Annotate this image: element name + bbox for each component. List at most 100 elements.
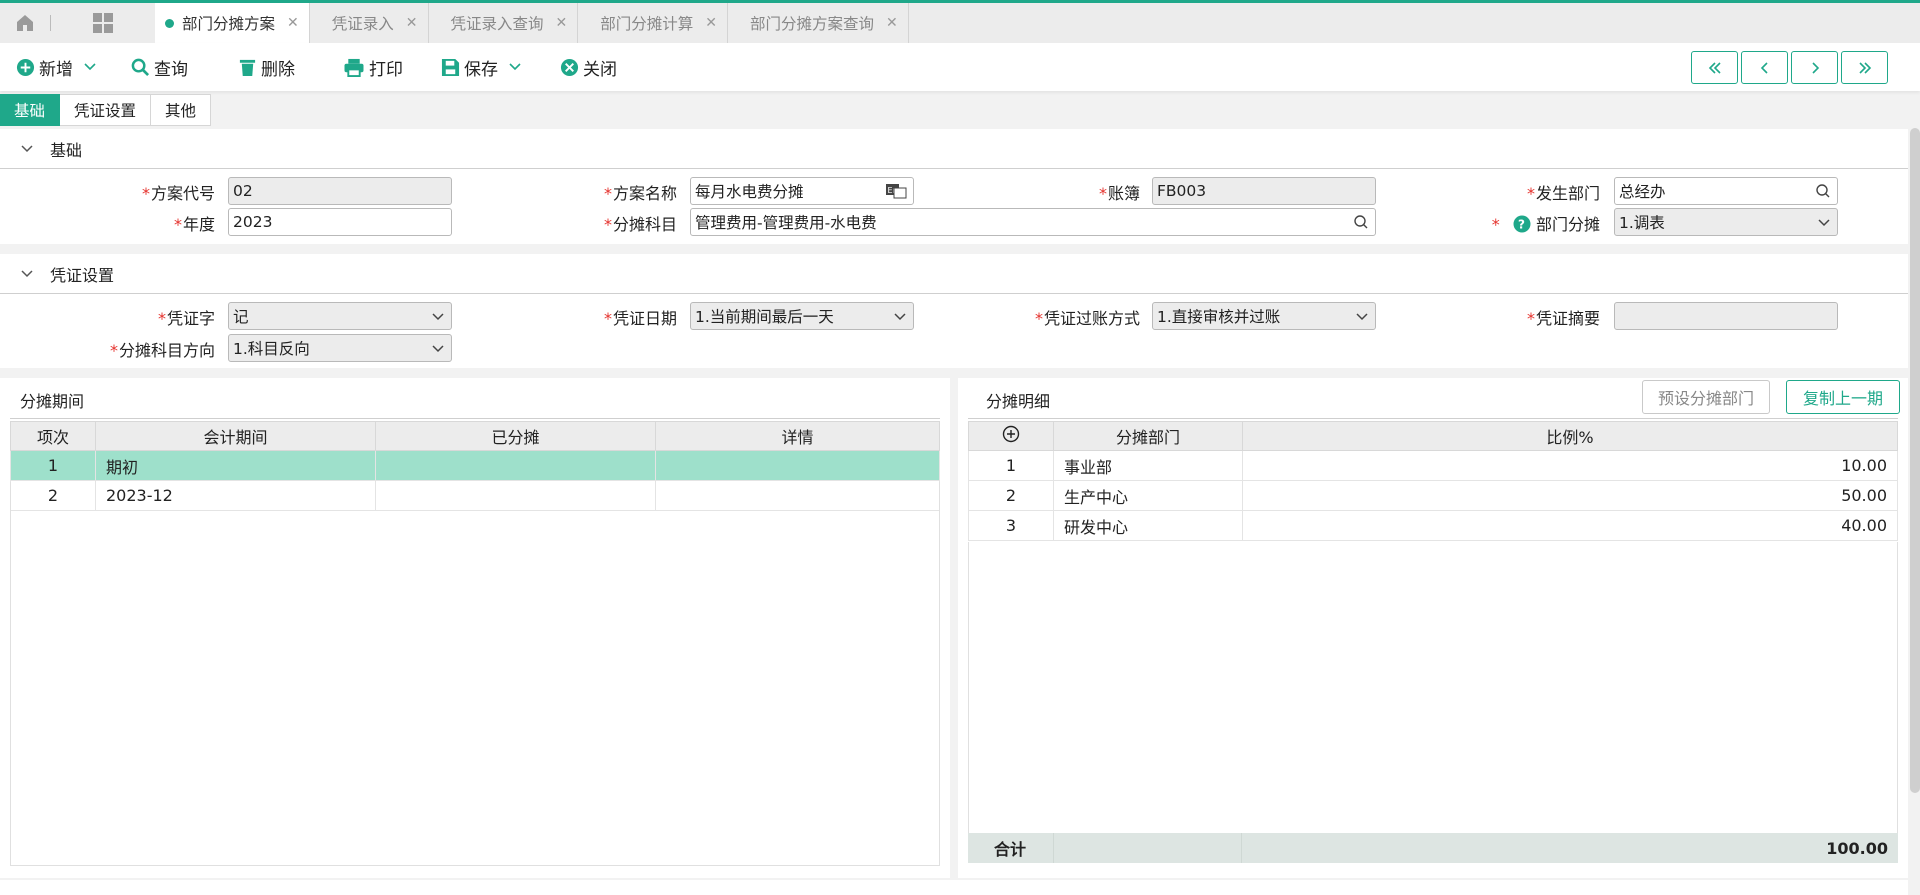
chevron-left-icon — [1760, 61, 1768, 74]
detail-cell[interactable] — [655, 450, 940, 481]
voucher-settings-section: 凭证设置 *凭证字 记 *凭证日期 1.当前期间最后一天 *凭证过账方式 1.直… — [0, 254, 1908, 368]
chevron-down-icon — [894, 313, 906, 321]
scheme-name-field[interactable]: 每月水电费分摊 En — [690, 177, 914, 205]
delete-button-label: 删除 — [261, 59, 295, 80]
table-header-row: 项次 会计期间 已分摊 详情 — [10, 421, 940, 451]
subtab-other[interactable]: 其他 — [151, 94, 212, 126]
period-cell[interactable]: 期初 — [95, 450, 376, 481]
subtab-voucher-settings[interactable]: 凭证设置 — [60, 94, 152, 126]
previous-record-button[interactable] — [1741, 51, 1788, 84]
dept-cell[interactable]: 研发中心 — [1053, 510, 1243, 541]
tab-label: 凭证录入 — [331, 15, 394, 33]
voucher-summary-field[interactable] — [1614, 302, 1838, 330]
subtab-basic[interactable]: 基础 — [0, 94, 61, 126]
close-icon[interactable]: ✕ — [287, 15, 299, 31]
tab-label: 凭证录入查询 — [450, 15, 544, 33]
voucher-word-label: *凭证字 — [157, 309, 215, 328]
close-button[interactable]: 关闭 — [560, 55, 617, 80]
basic-section-header[interactable]: 基础 — [0, 129, 1908, 169]
dept-alloc-select[interactable]: 1.调表 — [1614, 208, 1838, 236]
search-icon — [1816, 184, 1830, 198]
table-row[interactable]: 1 期初 — [10, 450, 940, 481]
dept-cell[interactable]: 事业部 — [1053, 450, 1243, 481]
total-label: 合计 — [994, 840, 1027, 859]
close-button-label: 关闭 — [583, 59, 617, 80]
save-button[interactable]: 保存 — [441, 55, 526, 80]
tab-voucher-entry-query[interactable]: 凭证录入查询 ✕ — [429, 3, 579, 43]
column-header[interactable]: 分摊部门 — [1053, 421, 1243, 451]
dept-cell[interactable]: 生产中心 — [1053, 480, 1243, 511]
chevron-down-icon — [1818, 219, 1830, 227]
save-button-label: 保存 — [464, 59, 498, 80]
year-field[interactable]: 2023 — [228, 208, 452, 236]
tab-dept-allocation-scheme-query[interactable]: 部门分摊方案查询 ✕ — [728, 3, 909, 43]
tab-bar: 部门分摊方案 ✕ 凭证录入 ✕ 凭证录入查询 ✕ 部门分摊计算 ✕ 部门分摊方案… — [0, 0, 1920, 43]
total-value: 100.00 — [1826, 838, 1888, 858]
tab-label: 部门分摊方案查询 — [750, 15, 875, 33]
ledger-label: *账簿 — [1098, 184, 1140, 203]
section-title: 凭证设置 — [50, 265, 115, 285]
last-record-button[interactable] — [1841, 51, 1888, 84]
column-header[interactable]: 已分摊 — [375, 421, 656, 451]
column-header[interactable]: 会计期间 — [95, 421, 376, 451]
posting-method-select[interactable]: 1.直接审核并过账 — [1152, 302, 1376, 330]
ratio-cell[interactable]: 10.00 — [1242, 450, 1898, 481]
query-button[interactable]: 查询 — [131, 55, 188, 80]
copy-previous-period-button[interactable]: 复制上一期 — [1786, 380, 1900, 414]
voucher-word-select[interactable]: 记 — [228, 302, 452, 330]
column-header[interactable]: 项次 — [10, 421, 96, 451]
table-row[interactable]: 2 生产中心 50.00 — [968, 480, 1898, 511]
add-row-button[interactable] — [968, 421, 1054, 451]
column-header[interactable]: 比例% — [1242, 421, 1898, 451]
account-label: *分摊科目 — [603, 215, 677, 234]
column-header[interactable]: 详情 — [655, 421, 940, 451]
new-button[interactable]: 新增 — [16, 55, 101, 80]
source-dept-label: *发生部门 — [1526, 184, 1600, 203]
tab-dept-allocation-calc[interactable]: 部门分摊计算 ✕ — [578, 3, 728, 43]
print-button-label: 打印 — [369, 59, 403, 80]
total-row: 合计 100.00 — [968, 833, 1898, 863]
scheme-code-field[interactable]: 02 — [228, 177, 452, 205]
close-icon[interactable]: ✕ — [406, 15, 418, 31]
home-icon[interactable] — [0, 3, 50, 43]
year-label: *年度 — [173, 215, 215, 234]
chevron-right-icon — [1811, 61, 1819, 74]
delete-button[interactable]: 删除 — [238, 55, 295, 80]
allocated-cell[interactable] — [375, 450, 656, 481]
tab-dept-allocation-scheme[interactable]: 部门分摊方案 ✕ — [155, 3, 310, 43]
account-field[interactable]: 管理费用-管理费用-水电费 — [690, 208, 1376, 236]
divider — [968, 418, 1898, 419]
print-button[interactable]: 打印 — [343, 55, 403, 80]
preset-departments-button[interactable]: 预设分摊部门 — [1642, 380, 1770, 414]
row-number: 3 — [968, 510, 1054, 541]
close-icon[interactable]: ✕ — [556, 15, 568, 31]
vertical-scrollbar[interactable] — [1910, 128, 1920, 793]
close-icon[interactable]: ✕ — [705, 15, 717, 31]
apps-grid-icon[interactable] — [51, 3, 155, 43]
ledger-field[interactable]: FB003 — [1152, 177, 1376, 205]
double-chevron-left-icon — [1708, 61, 1721, 74]
ratio-cell[interactable]: 40.00 — [1242, 510, 1898, 541]
voucher-section-header[interactable]: 凭证设置 — [0, 254, 1908, 294]
source-dept-field[interactable]: 总经办 — [1614, 177, 1838, 205]
close-icon[interactable]: ✕ — [886, 15, 898, 31]
scheme-code-label: *方案代号 — [141, 184, 215, 203]
tab-voucher-entry[interactable]: 凭证录入 ✕ — [310, 3, 429, 43]
query-button-label: 查询 — [154, 59, 188, 80]
record-navigation — [1691, 51, 1888, 84]
next-record-button[interactable] — [1791, 51, 1838, 84]
ratio-cell[interactable]: 50.00 — [1242, 480, 1898, 511]
chevron-down-icon — [21, 269, 33, 277]
chevron-down-icon — [432, 313, 444, 321]
table-row[interactable]: 1 事业部 10.00 — [968, 450, 1898, 481]
search-icon — [1354, 215, 1368, 229]
first-record-button[interactable] — [1691, 51, 1738, 84]
chevron-down-icon — [1356, 313, 1368, 321]
chevron-down-icon — [84, 63, 96, 71]
voucher-date-select[interactable]: 1.当前期间最后一天 — [690, 302, 914, 330]
divider — [10, 418, 940, 419]
table-row[interactable]: 3 研发中心 40.00 — [968, 510, 1898, 541]
new-button-label: 新增 — [39, 59, 73, 80]
chevron-down-icon — [432, 345, 444, 353]
alloc-direction-select[interactable]: 1.科目反向 — [228, 334, 452, 362]
